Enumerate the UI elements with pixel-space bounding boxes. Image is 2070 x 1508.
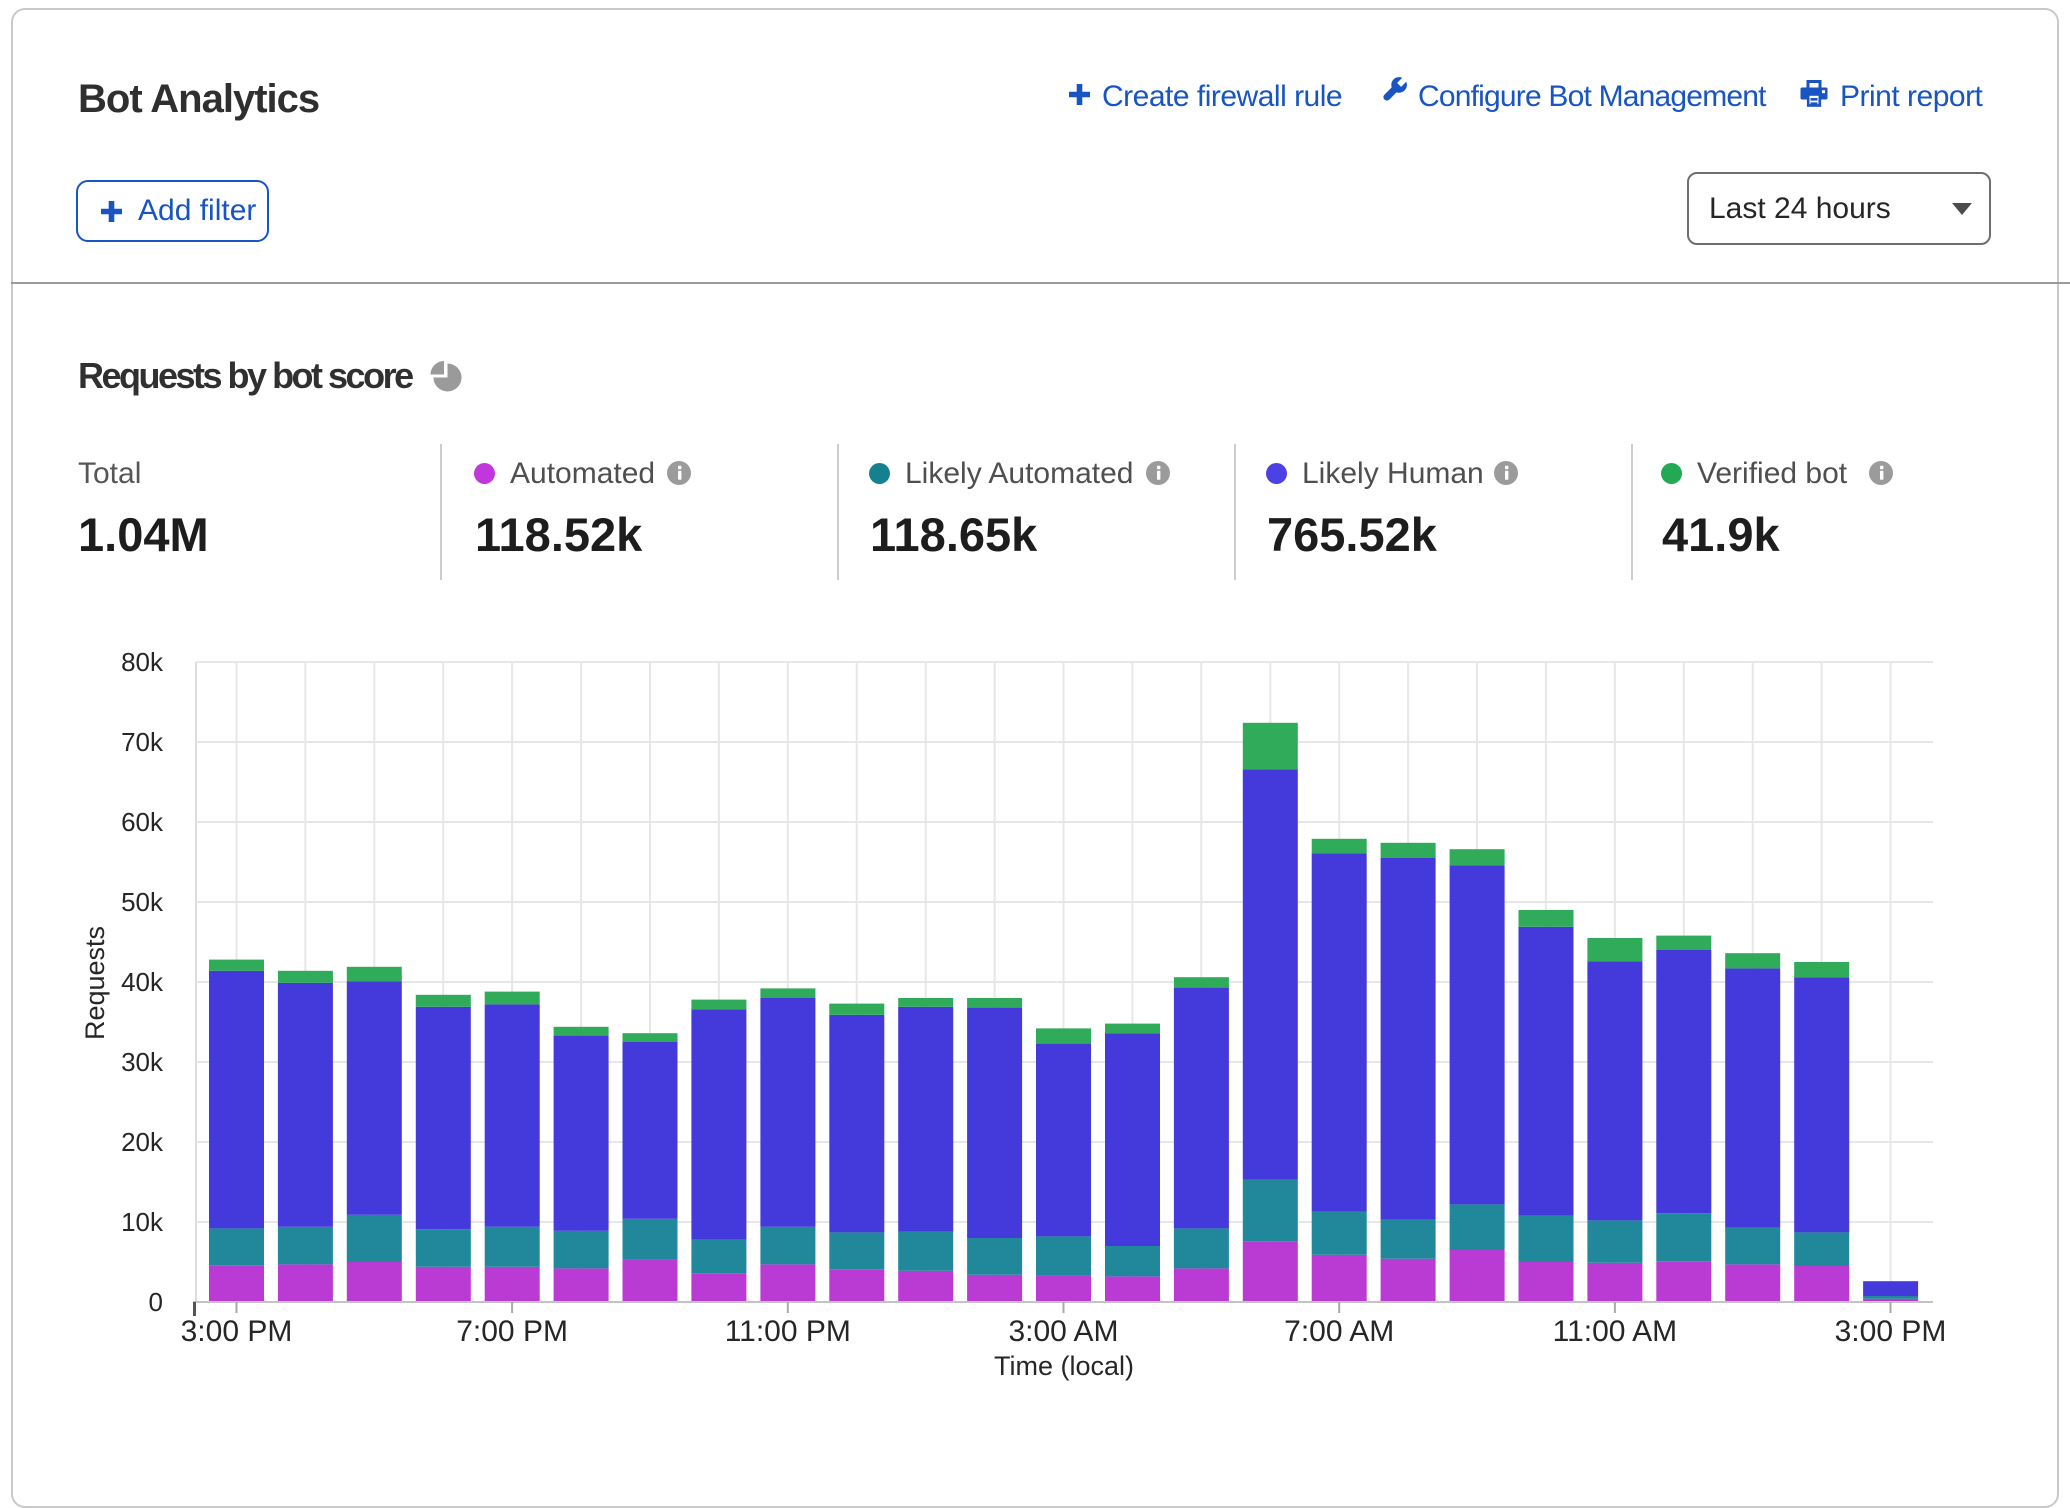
svg-text:7:00 PM: 7:00 PM [456, 1315, 568, 1348]
svg-text:80k: 80k [121, 647, 164, 677]
svg-text:0: 0 [149, 1287, 163, 1317]
svg-text:70k: 70k [121, 727, 164, 757]
svg-text:50k: 50k [121, 887, 164, 917]
svg-text:Requests: Requests [80, 926, 110, 1040]
svg-text:30k: 30k [121, 1047, 164, 1077]
svg-text:Time (local): Time (local) [994, 1351, 1134, 1381]
svg-text:11:00 AM: 11:00 AM [1553, 1315, 1678, 1348]
svg-text:20k: 20k [121, 1127, 164, 1157]
svg-text:3:00 AM: 3:00 AM [1008, 1315, 1118, 1348]
svg-text:3:00 PM: 3:00 PM [181, 1315, 293, 1348]
svg-text:7:00 AM: 7:00 AM [1284, 1315, 1394, 1348]
svg-text:10k: 10k [121, 1207, 164, 1237]
svg-text:3:00 PM: 3:00 PM [1835, 1315, 1947, 1348]
svg-text:60k: 60k [121, 807, 164, 837]
svg-text:11:00 PM: 11:00 PM [725, 1315, 851, 1348]
svg-text:40k: 40k [121, 967, 164, 997]
